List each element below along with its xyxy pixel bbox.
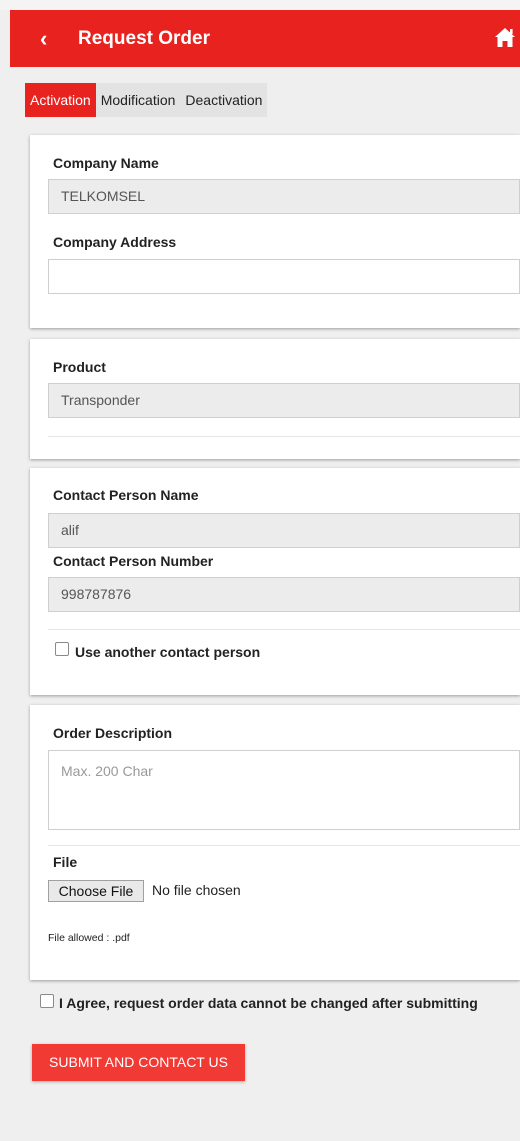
submit-button[interactable]: SUBMIT AND CONTACT US — [32, 1044, 245, 1081]
order-description-textarea[interactable]: Max. 200 Char — [48, 750, 520, 830]
order-panel: Order Description Max. 200 Char File Cho… — [30, 705, 520, 980]
file-status-text: No file chosen — [152, 882, 241, 898]
divider — [48, 845, 520, 846]
product-panel: Product Transponder — [30, 339, 520, 459]
tab-deactivation[interactable]: Deactivation — [180, 83, 268, 117]
company-name-field: TELKOMSEL — [48, 179, 520, 214]
divider — [48, 436, 520, 437]
contact-panel: Contact Person Name alif Contact Person … — [30, 468, 520, 695]
back-icon[interactable]: ‹ — [40, 26, 47, 52]
status-area — [0, 0, 520, 10]
page-title: Request Order — [78, 28, 210, 49]
use-another-contact-label[interactable]: Use another contact person — [75, 644, 260, 660]
contact-number-label: Contact Person Number — [53, 553, 214, 569]
contact-number-field: 998787876 — [48, 577, 520, 612]
file-label: File — [53, 854, 78, 870]
home-icon[interactable] — [494, 26, 516, 50]
order-description-label: Order Description — [53, 725, 173, 741]
tab-modification[interactable]: Modification — [95, 83, 181, 117]
tab-activation[interactable]: Activation — [25, 83, 96, 117]
use-another-contact-checkbox[interactable] — [55, 642, 69, 656]
divider — [48, 629, 520, 630]
agree-checkbox[interactable] — [40, 994, 54, 1008]
agree-label[interactable]: I Agree, request order data cannot be ch… — [59, 995, 478, 1011]
contact-name-label: Contact Person Name — [53, 487, 199, 503]
choose-file-button[interactable]: Choose File — [48, 880, 144, 902]
company-panel: Company Name TELKOMSEL Company Address — [30, 135, 520, 328]
file-allowed-text: File allowed : .pdf — [48, 932, 130, 944]
company-name-label: Company Name — [53, 155, 159, 171]
company-address-label: Company Address — [53, 234, 177, 250]
company-address-field[interactable] — [48, 259, 520, 294]
product-field[interactable]: Transponder — [48, 383, 520, 418]
tab-bar: Activation Modification Deactivation — [25, 83, 268, 117]
contact-name-field: alif — [48, 513, 520, 548]
product-label: Product — [53, 359, 106, 375]
app-bar: ‹ Request Order — [10, 10, 520, 67]
